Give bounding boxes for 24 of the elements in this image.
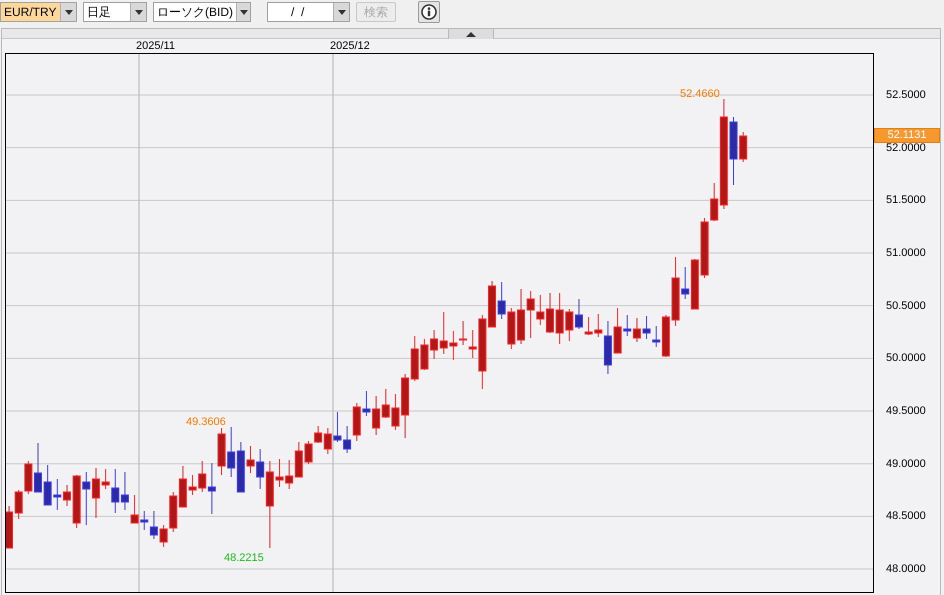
price-axis-label: 52.0000 xyxy=(886,142,926,154)
collapse-button[interactable] xyxy=(448,29,494,39)
current-price-tag: 52.1131 xyxy=(874,128,940,143)
info-icon xyxy=(421,4,437,20)
period-select[interactable]: 日足 xyxy=(83,2,147,22)
price-axis-label: 50.5000 xyxy=(886,300,926,312)
price-annotation: 48.2215 xyxy=(224,552,264,565)
chart-type-select[interactable]: ローソク(BID) xyxy=(153,2,251,22)
price-annotation: 52.4660 xyxy=(680,88,720,101)
price-annotation: 49.3606 xyxy=(186,416,226,429)
price-axis-label: 48.5000 xyxy=(886,510,926,522)
price-axis-label: 51.0000 xyxy=(886,247,926,259)
info-button[interactable] xyxy=(418,1,440,23)
price-axis-label: 50.0000 xyxy=(886,352,926,364)
price-axis-label: 48.0000 xyxy=(886,563,926,576)
price-axis-label: 49.5000 xyxy=(886,405,926,418)
date-axis-label: 2025/12 xyxy=(330,40,370,52)
date-axis-label: 2025/11 xyxy=(136,40,175,52)
date-field[interactable]: / / xyxy=(267,2,350,22)
symbol-select[interactable]: EUR/TRY xyxy=(0,2,77,22)
price-axis-label: 52.5000 xyxy=(886,89,926,101)
price-axis-label: 49.0000 xyxy=(886,458,926,470)
caret-up-icon xyxy=(466,32,476,36)
price-axis-label: 51.5000 xyxy=(886,194,926,206)
